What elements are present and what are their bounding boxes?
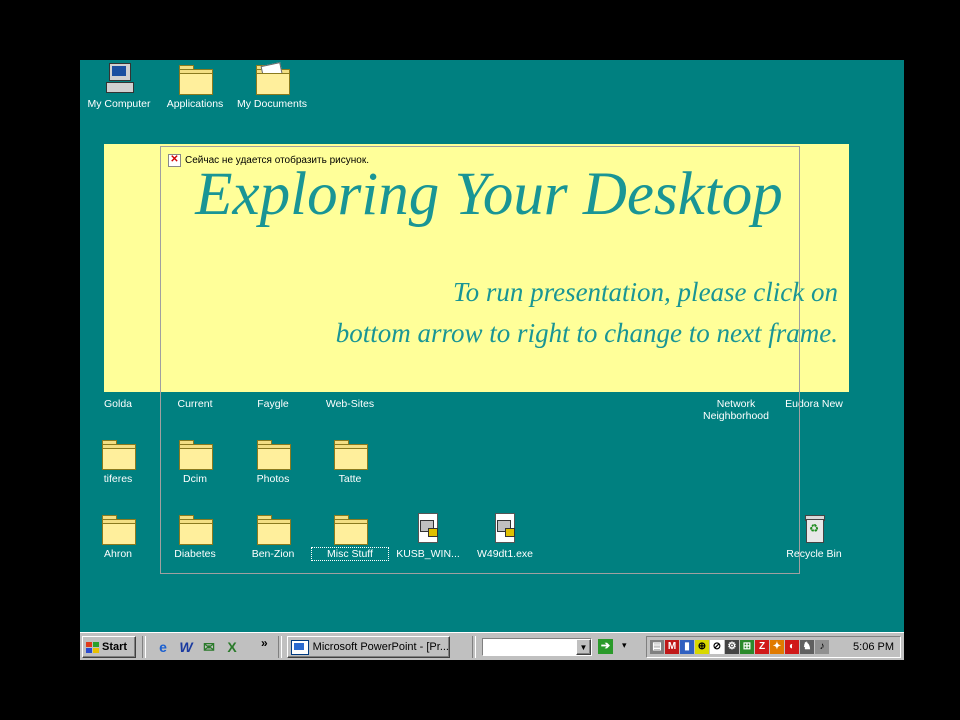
quick-launch-chevron[interactable]: »: [261, 636, 268, 650]
start-label: Start: [102, 641, 128, 653]
antivirus-icon[interactable]: ⊕: [695, 640, 709, 654]
computer-icon: [102, 63, 136, 95]
icon-label: My Documents: [236, 98, 308, 110]
excel-icon[interactable]: X: [224, 639, 240, 655]
icon-label: Golda: [103, 398, 133, 410]
powerpoint-icon: [291, 639, 309, 655]
clock[interactable]: 5:06 PM: [853, 641, 894, 653]
start-button[interactable]: Start: [82, 636, 136, 658]
windows-logo-icon: [86, 641, 99, 653]
tray-app-icon[interactable]: ♞: [800, 640, 814, 654]
settings-icon[interactable]: ⚙: [725, 640, 739, 654]
zonealarm-icon[interactable]: Z: [755, 640, 769, 654]
folder-icon: [178, 63, 213, 95]
address-combo[interactable]: ▼: [482, 638, 592, 656]
slide-title: Exploring Your Desktop: [195, 161, 783, 228]
chevron-down-icon[interactable]: ▾: [622, 640, 627, 651]
tray-app-icon[interactable]: ◐: [785, 640, 799, 654]
mail-notifier-icon[interactable]: M: [665, 640, 679, 654]
system-tray: ▤ M ▮ ⊕ ⊘ ⚙ ⊞ Z ✦ ◐ ♞ ♪ 5:06 PM: [646, 636, 901, 658]
powerpoint-task-button[interactable]: Microsoft PowerPoint - [Pr...: [287, 636, 450, 658]
ahron-folder[interactable]: Ahron: [80, 513, 156, 560]
internet-explorer-icon[interactable]: e: [155, 639, 171, 655]
icon-label: Applications: [166, 98, 224, 110]
icon-label: tiferes: [103, 473, 133, 485]
taskbar-separator: [278, 636, 282, 658]
icon-label: My Computer: [87, 98, 151, 110]
recycle-bin-icon: ♻: [797, 513, 831, 545]
icon-label: Ahron: [103, 548, 133, 560]
outlook-express-icon[interactable]: ✉: [201, 639, 217, 655]
slide-subtitle-line-1: To run presentation, please click on: [453, 277, 838, 307]
taskbar-separator: [472, 636, 476, 658]
folder-icon: [101, 513, 136, 545]
applications-folder[interactable]: Applications: [157, 63, 233, 110]
slide-subtitle-line-2: bottom arrow to right to change to next …: [335, 318, 838, 348]
my-documents-folder[interactable]: My Documents: [234, 62, 310, 110]
taskbar: Start e W ✉ X » Microsoft PowerPoint - […: [80, 632, 904, 660]
folder-icon: [101, 438, 136, 470]
my-computer-icon-item[interactable]: My Computer: [81, 63, 157, 110]
tray-app-icon[interactable]: ✦: [770, 640, 784, 654]
blocked-icon[interactable]: ⊘: [710, 640, 724, 654]
combo-dropdown-arrow[interactable]: ▼: [576, 639, 591, 655]
taskbar-separator: [142, 636, 146, 658]
volume-icon[interactable]: ♪: [815, 640, 829, 654]
go-arrow-icon[interactable]: ➔: [598, 639, 613, 654]
documents-folder-icon: [255, 62, 290, 95]
tiferes-folder[interactable]: tiferes: [80, 438, 156, 485]
task-label: Microsoft PowerPoint - [Pr...: [312, 641, 449, 653]
tray-app-icon[interactable]: ▤: [650, 640, 664, 654]
tray-app-icon[interactable]: ⊞: [740, 640, 754, 654]
word-icon[interactable]: W: [178, 639, 194, 655]
tray-app-icon[interactable]: ▮: [680, 640, 694, 654]
